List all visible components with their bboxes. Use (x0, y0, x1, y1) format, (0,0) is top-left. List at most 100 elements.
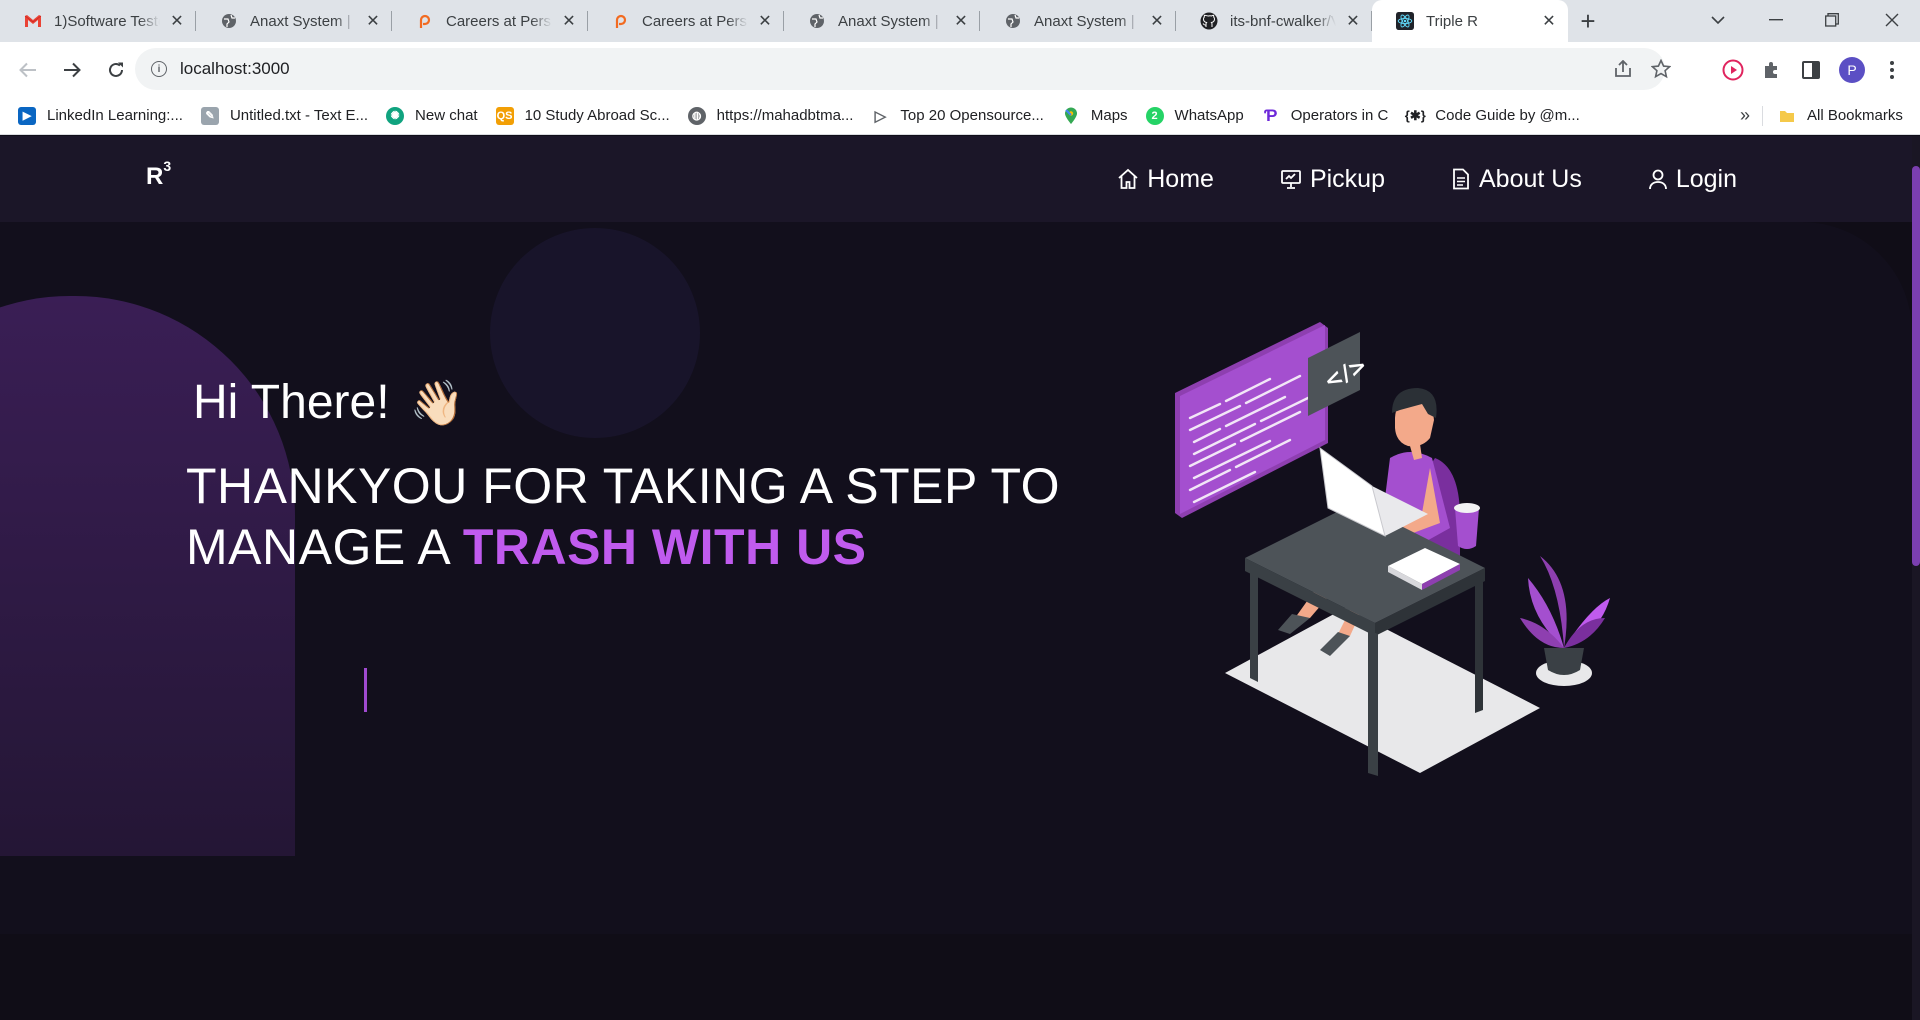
bookmark-study-abroad[interactable]: QS 10 Study Abroad Sc... (495, 106, 670, 125)
tab-title: Anaxt System | H (838, 12, 944, 30)
all-bookmarks-folder[interactable]: All Bookmarks (1778, 107, 1903, 125)
bookmark-label: 10 Study Abroad Sc... (524, 107, 670, 124)
globe-icon (220, 12, 238, 30)
tab-github[interactable]: its-bnf-cwalker/V ✕ (1176, 0, 1372, 42)
coffee-cup (1454, 503, 1480, 549)
back-arrow-icon (19, 62, 36, 77)
nav-login-label: Login (1675, 164, 1737, 193)
chrome-menu-icon[interactable] (1874, 52, 1910, 88)
headline-line-2: MANAGE A TRASH WITH US (186, 517, 1060, 578)
tab-title: Careers at Persist (642, 12, 748, 30)
persistent-icon (416, 12, 434, 30)
bookmarks-bar: ▶ LinkedIn Learning:... ✎ Untitled.txt -… (0, 97, 1920, 135)
tab-title: 1)Software Tester (54, 12, 160, 30)
bookmark-top-20-opensource[interactable]: ▷ Top 20 Opensource... (871, 107, 1044, 125)
floor-shadow (1225, 608, 1540, 773)
greeting-text: Hi There! (193, 376, 390, 429)
nav-pickup-label: Pickup (1309, 164, 1385, 193)
waving-hand-icon: 👋🏻 (409, 378, 465, 428)
minimize-icon[interactable] (1752, 0, 1800, 40)
bookmark-star-icon[interactable] (1643, 51, 1679, 87)
browser-toolbar: i localhost:3000 P (0, 42, 1920, 97)
bookmark-linkedin-learning[interactable]: ▶ LinkedIn Learning:... (18, 106, 183, 125)
extensions-puzzle-icon[interactable] (1754, 52, 1790, 88)
close-tab-icon[interactable]: ✕ (1148, 12, 1166, 30)
address-bar[interactable]: i localhost:3000 (135, 48, 1671, 90)
reload-icon (109, 62, 123, 77)
close-tab-icon[interactable]: ✕ (952, 12, 970, 30)
presentation-icon (1281, 170, 1301, 189)
greeting-heading: Hi There! 👋🏻 (193, 375, 464, 430)
new-tab-button[interactable]: + (1568, 0, 1608, 42)
persistent-icon (612, 12, 630, 30)
forward-arrow-icon (64, 62, 81, 77)
document-icon (1453, 168, 1469, 190)
bookmark-untitled-txt[interactable]: ✎ Untitled.txt - Text E... (200, 106, 369, 125)
bookmark-operators-in-c[interactable]: Ƥ Operators in C (1262, 106, 1388, 125)
back-button[interactable] (8, 50, 48, 90)
gmail-icon (24, 12, 42, 30)
tab-title: its-bnf-cwalker/V (1230, 12, 1336, 30)
bookmark-label: Untitled.txt - Text E... (229, 107, 369, 124)
nav-links: Home Pickup About Us Login (1051, 136, 1737, 222)
text-editor-icon: ✎ (200, 106, 219, 125)
bookmark-label: Top 20 Opensource... (900, 107, 1044, 124)
maps-pin-icon (1062, 107, 1080, 125)
home-icon (1118, 168, 1138, 189)
tab-anaxt-2[interactable]: Anaxt System | H ✕ (784, 0, 980, 42)
logo-superscript: 3 (163, 158, 172, 174)
tab-triple-r[interactable]: Triple R ✕ (1372, 0, 1568, 42)
tab-title: Careers at Persist (446, 12, 552, 30)
bookmark-maps[interactable]: Maps (1062, 107, 1128, 125)
profile-avatar[interactable]: P (1834, 52, 1870, 88)
tab-gmail[interactable]: 1)Software Tester ✕ (0, 0, 196, 42)
all-bookmarks-label: All Bookmarks (1807, 107, 1903, 124)
close-tab-icon[interactable]: ✕ (168, 12, 186, 30)
bookmarks-overflow-chevron[interactable]: » (1740, 105, 1750, 126)
bookmark-whatsapp[interactable]: 2 WhatsApp (1145, 106, 1244, 125)
side-panel-icon[interactable] (1793, 52, 1829, 88)
code-braces-icon: {✱} (1404, 107, 1426, 123)
site-logo[interactable]: R3 (146, 158, 171, 191)
tab-anaxt[interactable]: Anaxt System | H ✕ (196, 0, 392, 42)
whatsapp-icon: 2 (1145, 106, 1164, 125)
page-scrollbar[interactable] (1912, 136, 1920, 1020)
decorative-circle (490, 228, 700, 438)
forward-button[interactable] (52, 50, 92, 90)
url-text: localhost:3000 (180, 59, 290, 78)
scrollbar-thumb[interactable] (1912, 166, 1920, 566)
close-tab-icon[interactable]: ✕ (1344, 12, 1362, 30)
site-info-icon[interactable]: i (151, 61, 167, 77)
share-icon[interactable] (1605, 51, 1641, 87)
close-tab-icon[interactable]: ✕ (1540, 12, 1558, 30)
nav-login[interactable]: Login (1648, 165, 1737, 194)
bookmark-mahadbt[interactable]: ◍ https://mahadbtma... (687, 106, 853, 125)
typewriter-cursor (364, 668, 367, 712)
tab-title: Anaxt System | H (1034, 12, 1140, 30)
globe-icon (808, 12, 826, 30)
nav-home[interactable]: Home (1117, 165, 1214, 194)
chatgpt-icon: ✺ (386, 106, 405, 125)
restore-icon[interactable] (1808, 0, 1856, 40)
tab-careers-persistent[interactable]: Careers at Persist ✕ (392, 0, 588, 42)
close-window-icon[interactable] (1868, 0, 1916, 40)
folder-icon (1778, 107, 1796, 125)
globe-icon: ◍ (687, 106, 706, 125)
close-tab-icon[interactable]: ✕ (364, 12, 382, 30)
tab-anaxt-3[interactable]: Anaxt System | H ✕ (980, 0, 1176, 42)
code-window (1175, 322, 1328, 518)
nav-about-us-label: About Us (1478, 164, 1582, 193)
bookmark-new-chat[interactable]: ✺ New chat (386, 106, 478, 125)
tab-search-chevron-icon[interactable] (1694, 0, 1742, 40)
nav-pickup[interactable]: Pickup (1280, 165, 1385, 194)
reload-button[interactable] (96, 50, 136, 90)
tab-title: Anaxt System | H (250, 12, 356, 30)
bookmark-code-guide[interactable]: {✱} Code Guide by @m... (1404, 107, 1580, 125)
bookmark-label: LinkedIn Learning:... (47, 107, 183, 124)
close-tab-icon[interactable]: ✕ (756, 12, 774, 30)
nav-about-us[interactable]: About Us (1451, 165, 1582, 194)
screen-recorder-extension-icon[interactable] (1715, 52, 1751, 88)
tab-careers-persistent-2[interactable]: Careers at Persist ✕ (588, 0, 784, 42)
linkedin-learning-icon: ▶ (18, 106, 36, 125)
close-tab-icon[interactable]: ✕ (560, 12, 578, 30)
